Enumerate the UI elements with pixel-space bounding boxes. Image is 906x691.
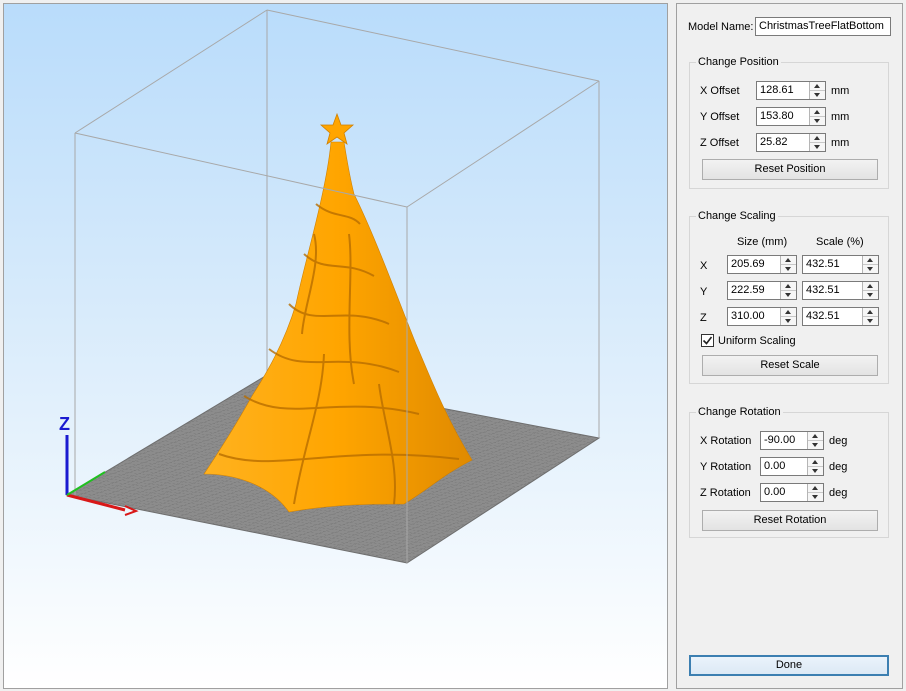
y-rotation-label: Y Rotation — [700, 461, 752, 473]
y-rotation-spinbox[interactable] — [760, 457, 824, 476]
y-offset-spinbox[interactable] — [756, 107, 826, 126]
position-group-title: Change Position — [696, 55, 781, 69]
x-rotation-label: X Rotation — [700, 435, 752, 447]
model-transform-panel: Model Name: ChristmasTreeFlatBottom Chan… — [676, 3, 903, 689]
scale-z-spinbox[interactable] — [802, 307, 879, 326]
x-offset-label: X Offset — [700, 85, 740, 97]
size-x-spinbox[interactable] — [727, 255, 797, 274]
christmas-tree-model[interactable] — [203, 112, 473, 513]
z-rotation-label: Z Rotation — [700, 487, 751, 499]
scale-column-header: Scale (%) — [816, 236, 864, 248]
increment-arrow-icon[interactable] — [863, 308, 878, 317]
decrement-arrow-icon[interactable] — [863, 317, 878, 325]
increment-arrow-icon[interactable] — [863, 256, 878, 265]
x-offset-unit: mm — [831, 85, 850, 97]
model-name-label: Model Name: — [688, 21, 754, 33]
scale-y-spinbox[interactable] — [802, 281, 879, 300]
reset-rotation-button[interactable]: Reset Rotation — [702, 510, 878, 531]
z-rotation-spinbox[interactable] — [760, 483, 824, 502]
model-name-field[interactable]: ChristmasTreeFlatBottom — [755, 17, 891, 36]
z-offset-input[interactable] — [757, 134, 809, 151]
size-z-input[interactable] — [728, 308, 780, 325]
scale-y-label: Y — [700, 286, 708, 298]
increment-arrow-icon[interactable] — [781, 308, 796, 317]
size-x-input[interactable] — [728, 256, 780, 273]
increment-arrow-icon[interactable] — [810, 134, 825, 143]
z-offset-unit: mm — [831, 137, 850, 149]
decrement-arrow-icon[interactable] — [808, 467, 823, 475]
x-rotation-unit: deg — [829, 435, 848, 447]
z-axis-label: Z — [59, 414, 70, 434]
z-rotation-unit: deg — [829, 487, 848, 499]
scene-canvas[interactable]: Z — [4, 4, 668, 689]
decrement-arrow-icon[interactable] — [781, 291, 796, 299]
position-group: Change Position X Offset mm Y Offset mm … — [689, 55, 889, 189]
scaling-group: Change Scaling Size (mm) Scale (%) X Y Z — [689, 209, 889, 384]
scale-z-input[interactable] — [803, 308, 862, 325]
z-offset-label: Z Offset — [700, 137, 739, 149]
y-rotation-unit: deg — [829, 461, 848, 473]
reset-scale-button[interactable]: Reset Scale — [702, 355, 878, 376]
increment-arrow-icon[interactable] — [810, 82, 825, 91]
decrement-arrow-icon[interactable] — [808, 441, 823, 449]
tree-star — [319, 112, 355, 145]
z-rotation-input[interactable] — [761, 484, 807, 501]
decrement-arrow-icon[interactable] — [810, 117, 825, 125]
size-y-input[interactable] — [728, 282, 780, 299]
decrement-arrow-icon[interactable] — [863, 265, 878, 273]
x-offset-input[interactable] — [757, 82, 809, 99]
decrement-arrow-icon[interactable] — [781, 265, 796, 273]
size-y-spinbox[interactable] — [727, 281, 797, 300]
size-column-header: Size (mm) — [737, 236, 788, 248]
decrement-arrow-icon[interactable] — [863, 291, 878, 299]
increment-arrow-icon[interactable] — [808, 458, 823, 467]
increment-arrow-icon[interactable] — [810, 108, 825, 117]
scale-y-input[interactable] — [803, 282, 862, 299]
x-rotation-spinbox[interactable] — [760, 431, 824, 450]
scale-z-label: Z — [700, 312, 707, 324]
y-offset-label: Y Offset — [700, 111, 740, 123]
increment-arrow-icon[interactable] — [863, 282, 878, 291]
scale-x-spinbox[interactable] — [802, 255, 879, 274]
rotation-group-title: Change Rotation — [696, 405, 783, 419]
z-offset-spinbox[interactable] — [756, 133, 826, 152]
decrement-arrow-icon[interactable] — [810, 143, 825, 151]
uniform-scaling-checkbox[interactable] — [701, 334, 714, 347]
decrement-arrow-icon[interactable] — [808, 493, 823, 501]
increment-arrow-icon[interactable] — [808, 432, 823, 441]
3d-viewport[interactable]: Z — [3, 3, 668, 689]
x-rotation-input[interactable] — [761, 432, 807, 449]
increment-arrow-icon[interactable] — [781, 282, 796, 291]
checkmark-icon — [702, 336, 713, 345]
scale-x-input[interactable] — [803, 256, 862, 273]
scaling-group-title: Change Scaling — [696, 209, 778, 223]
rotation-group: Change Rotation X Rotation deg Y Rotatio… — [689, 405, 889, 538]
decrement-arrow-icon[interactable] — [810, 91, 825, 99]
uniform-scaling-label[interactable]: Uniform Scaling — [718, 334, 796, 348]
y-rotation-input[interactable] — [761, 458, 807, 475]
decrement-arrow-icon[interactable] — [781, 317, 796, 325]
x-offset-spinbox[interactable] — [756, 81, 826, 100]
scale-x-label: X — [700, 260, 708, 272]
size-z-spinbox[interactable] — [727, 307, 797, 326]
done-button[interactable]: Done — [689, 655, 889, 676]
y-offset-input[interactable] — [757, 108, 809, 125]
increment-arrow-icon[interactable] — [781, 256, 796, 265]
y-offset-unit: mm — [831, 111, 850, 123]
increment-arrow-icon[interactable] — [808, 484, 823, 493]
reset-position-button[interactable]: Reset Position — [702, 159, 878, 180]
